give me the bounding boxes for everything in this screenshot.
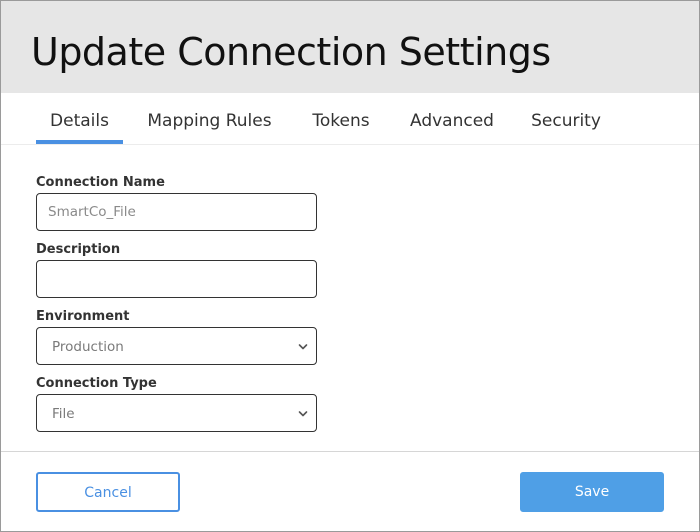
dialog-footer: Cancel Save — [1, 451, 699, 531]
description-label: Description — [36, 242, 121, 257]
chevron-down-icon — [298, 344, 308, 350]
environment-select[interactable]: Production — [36, 327, 317, 365]
connection-type-select[interactable]: File — [36, 394, 317, 432]
save-button[interactable]: Save — [520, 472, 664, 512]
tab-details[interactable]: Details — [36, 93, 123, 145]
environment-label: Environment — [36, 309, 130, 324]
connection-name-input[interactable] — [36, 193, 317, 231]
chevron-down-icon — [298, 411, 308, 417]
tab-security[interactable]: Security — [529, 93, 603, 145]
cancel-button[interactable]: Cancel — [36, 472, 180, 512]
environment-selected-value: Production — [52, 339, 124, 355]
tab-mapping-rules[interactable]: Mapping Rules — [144, 93, 275, 145]
tab-advanced[interactable]: Advanced — [407, 93, 497, 145]
dialog-title: Update Connection Settings — [31, 30, 551, 74]
tab-bar: Details Mapping Rules Tokens Advanced Se… — [1, 93, 699, 145]
update-connection-dialog: Update Connection Settings Details Mappi… — [0, 0, 700, 532]
dialog-header: Update Connection Settings — [1, 1, 699, 93]
tab-tokens[interactable]: Tokens — [306, 93, 376, 145]
connection-type-label: Connection Type — [36, 376, 157, 391]
connection-name-label: Connection Name — [36, 175, 165, 190]
connection-type-selected-value: File — [52, 406, 75, 422]
description-input[interactable] — [36, 260, 317, 298]
